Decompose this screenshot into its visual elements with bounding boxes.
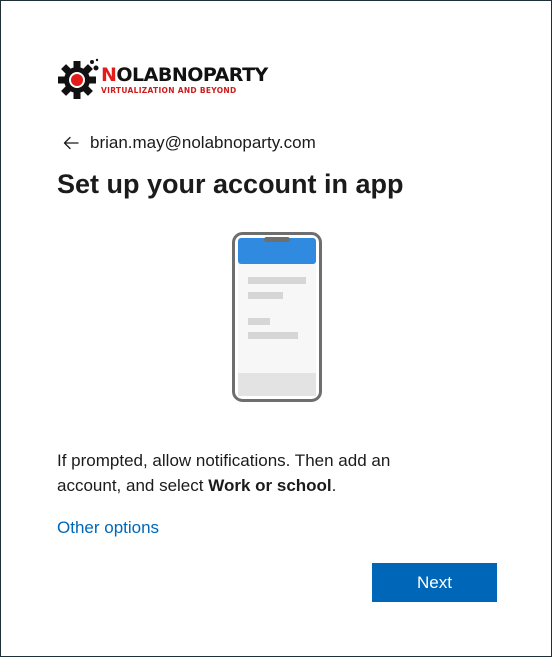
account-email: brian.may@nolabnoparty.com <box>90 133 316 152</box>
smartphone-illustration-icon <box>232 232 322 402</box>
other-options-link[interactable]: Other options <box>57 518 159 538</box>
next-button[interactable]: Next <box>372 563 497 602</box>
sign-in-dialog: NOLABNOPARTY VIRTUALIZATION AND BEYOND b… <box>0 0 552 657</box>
logo-tagline: VIRTUALIZATION AND BEYOND <box>101 86 237 95</box>
instructions-text-end: . <box>331 476 337 495</box>
logo-wordmark-rest: OLABNOPARTY <box>116 64 268 86</box>
page-title: Set up your account in app <box>57 169 404 199</box>
setup-instructions: If prompted, allow notifications. Then a… <box>57 448 457 498</box>
logo-wordmark: NOLABNOPARTY <box>101 64 268 86</box>
arrow-left-icon[interactable] <box>61 133 81 153</box>
instructions-option-bold: Work or school <box>208 476 332 495</box>
gear-logo-icon <box>58 58 99 99</box>
identity-banner: brian.may@nolabnoparty.com <box>61 131 316 155</box>
company-logo: NOLABNOPARTY VIRTUALIZATION AND BEYOND <box>57 57 268 103</box>
logo-wordmark-first-letter: N <box>101 64 117 86</box>
